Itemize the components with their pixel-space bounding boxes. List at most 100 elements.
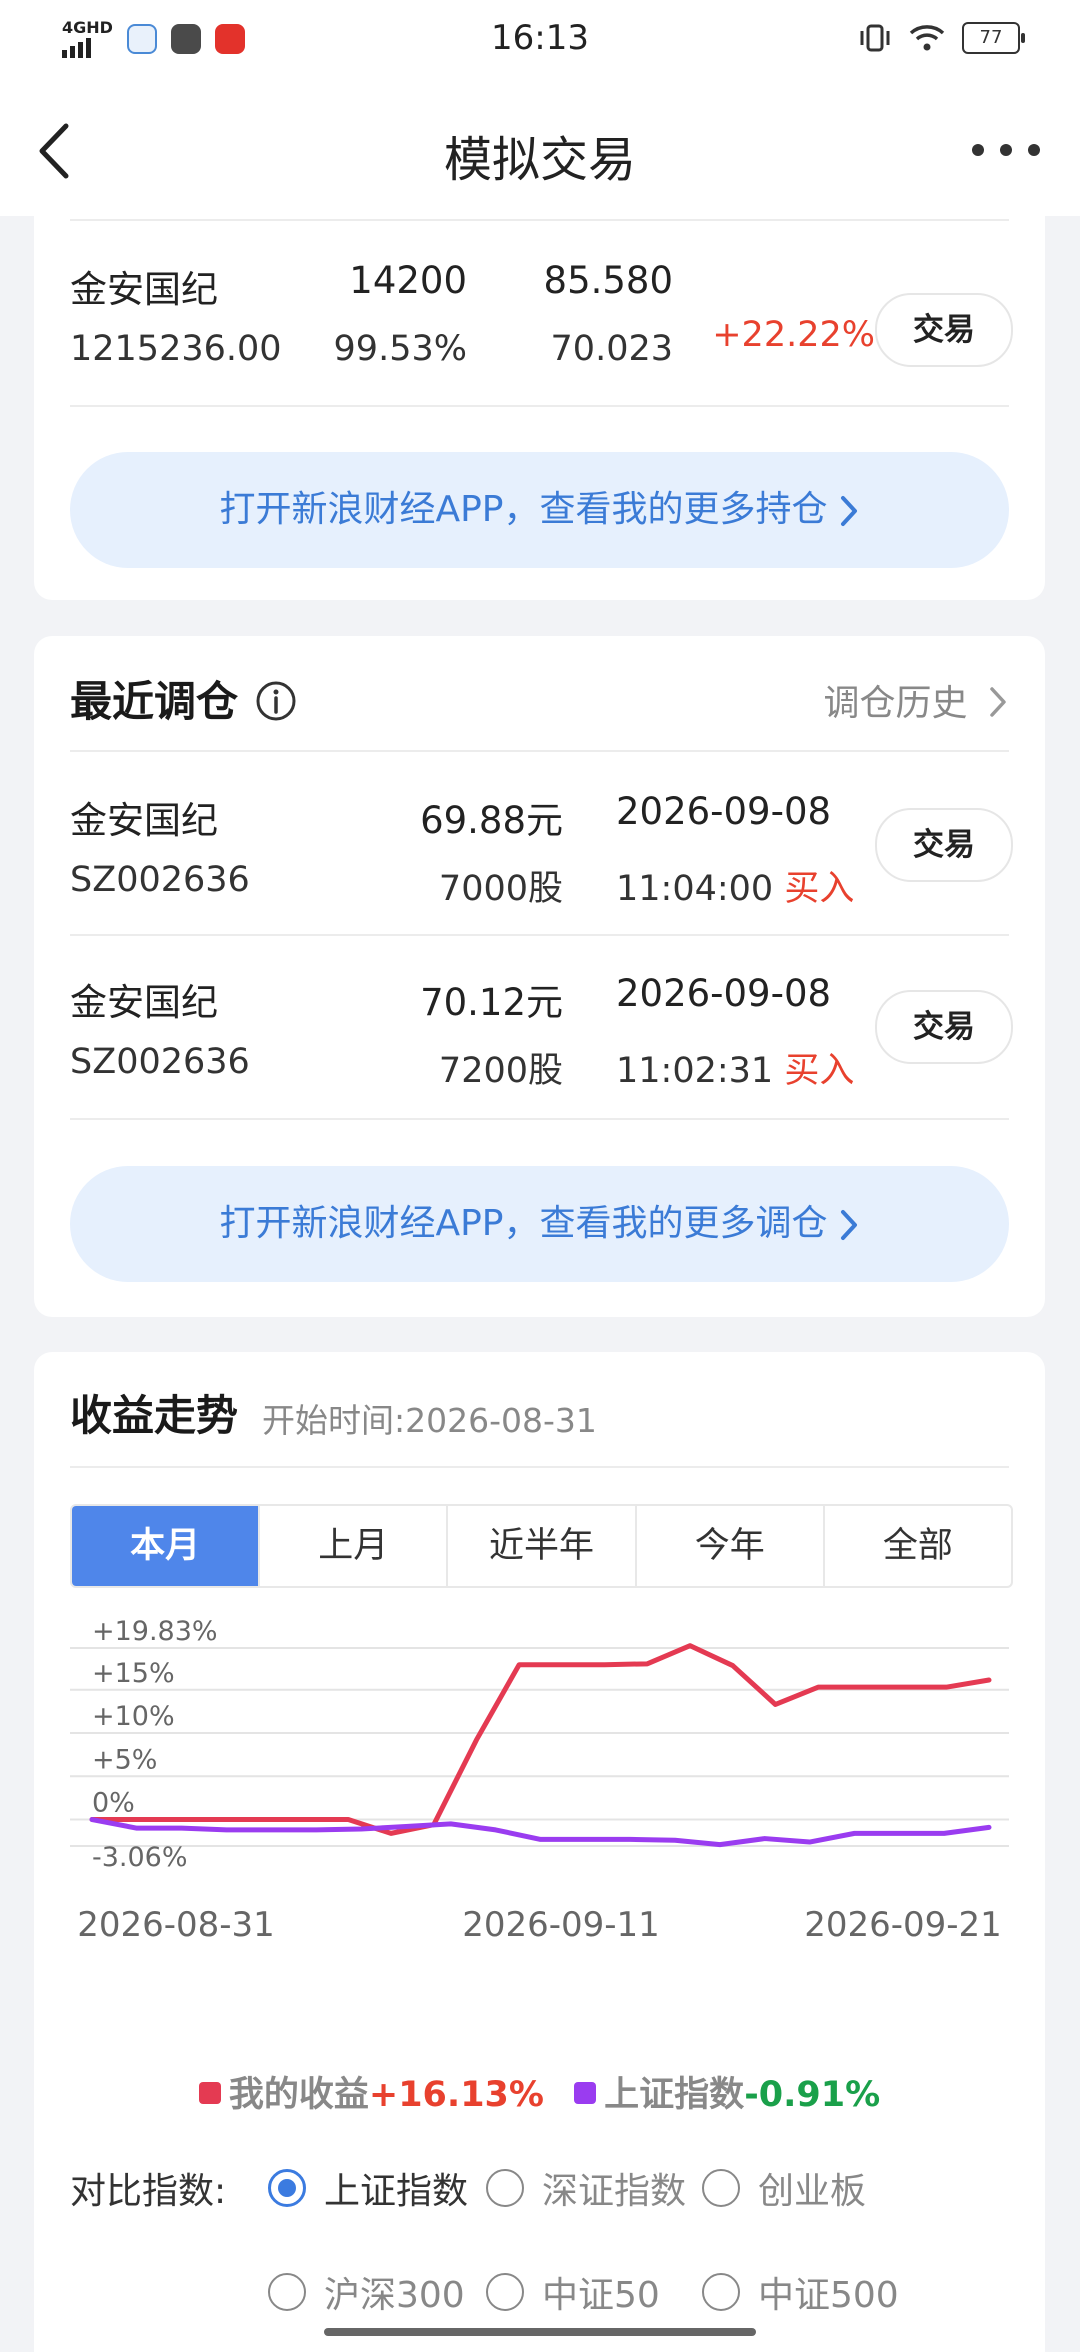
- tab-last-month[interactable]: 上月: [260, 1506, 448, 1586]
- option-label: 沪深300: [324, 2266, 465, 2318]
- info-icon[interactable]: [255, 680, 297, 722]
- holdings-card: 金安国纪 14200 85.580 1215236.00 99.53% 70.0…: [34, 205, 1045, 600]
- radio-icon: [702, 2273, 740, 2311]
- series-line-portfolio: [92, 1646, 989, 1834]
- vibrate-icon: [858, 23, 892, 53]
- page-title: 模拟交易: [0, 120, 1080, 190]
- section-title-text: 最近调仓: [70, 677, 238, 726]
- trade-stock-name: 金安国纪: [70, 972, 218, 1026]
- option-label: 深证指数: [542, 2162, 686, 2214]
- holding-quantity: 14200: [349, 259, 467, 302]
- recent-trades-card: 最近调仓 调仓历史 金安国纪 69.88元 2026-09-08 SZ00263…: [34, 636, 1045, 1317]
- y-tick-label: +19.83%: [92, 1616, 218, 1647]
- holding-cost: 70.023: [551, 329, 673, 369]
- home-indicator[interactable]: [324, 2328, 756, 2336]
- holding-value: 1215236.00: [70, 329, 282, 369]
- more-positions-button[interactable]: 打开新浪财经APP，查看我的更多持仓: [70, 452, 1009, 568]
- trade-row: 金安国纪 70.12元 2026-09-08 SZ002636 7200股 11…: [70, 934, 1009, 1120]
- y-tick-label: +15%: [92, 1658, 175, 1689]
- more-button[interactable]: [968, 130, 1044, 170]
- more-dots-icon: [968, 130, 1044, 170]
- trade-shares: 7200股: [439, 1042, 563, 1093]
- x-tick-label: 2026-09-21: [804, 1905, 1002, 1945]
- chevron-right-icon: [838, 494, 860, 528]
- option-label: 上证指数: [324, 2162, 468, 2214]
- trade-history-label: 调仓历史: [824, 683, 968, 724]
- status-bar: 4GHD 16:13 77: [0, 0, 1080, 80]
- earnings-card: 收益走势 开始时间:2026-08-31 本月 上月 近半年 今年 全部 +19…: [34, 1352, 1045, 2352]
- wifi-icon: [908, 23, 946, 53]
- holding-gain: +22.22%: [712, 315, 875, 355]
- legend-index-label: 上证指数: [604, 2075, 744, 2115]
- earnings-title: 收益走势: [70, 1382, 238, 1443]
- battery-indicator: 77: [962, 22, 1020, 54]
- tab-this-month[interactable]: 本月: [72, 1506, 260, 1586]
- earnings-chart: +19.83% +15% +10% +5% 0% -3.06% 2026-08-31 2026…: [34, 1614, 1045, 1954]
- trade-action: 买入: [784, 1051, 854, 1091]
- header-divider: [70, 1466, 1009, 1468]
- period-tabs: 本月 上月 近半年 今年 全部: [70, 1504, 1013, 1588]
- trade-button[interactable]: 交易: [875, 990, 1013, 1064]
- holding-price: 85.580: [544, 259, 673, 302]
- chevron-right-icon: [987, 685, 1009, 719]
- option-label: 中证50: [542, 2266, 660, 2318]
- section-title: 最近调仓: [70, 668, 297, 729]
- holding-ratio: 99.53%: [334, 329, 467, 369]
- trade-history-link[interactable]: 调仓历史: [824, 674, 1009, 726]
- trade-time-value: 11:04:00: [616, 869, 773, 909]
- trade-time: 11:02:31 买入: [616, 1042, 854, 1093]
- x-tick-label: 2026-09-11: [462, 1905, 660, 1945]
- x-tick-label: 2026-08-31: [77, 1905, 275, 1945]
- chart-legend: 我的收益+16.13% 上证指数-0.91%: [34, 2066, 1045, 2117]
- radio-icon: [486, 2273, 524, 2311]
- holding-row: 金安国纪 14200 85.580 1215236.00 99.53% 70.0…: [70, 221, 1009, 407]
- series-line-index: [92, 1820, 989, 1845]
- y-tick-label: 0%: [92, 1788, 135, 1819]
- compare-option-sz[interactable]: 深证指数: [486, 2162, 686, 2214]
- radio-icon: [702, 2169, 740, 2207]
- compare-label: 对比指数:: [70, 2162, 226, 2214]
- compare-option-sh[interactable]: 上证指数: [268, 2162, 468, 2214]
- y-tick-label: -3.06%: [92, 1842, 188, 1873]
- trade-time: 11:04:00 买入: [616, 860, 854, 911]
- legend-swatch-index: [574, 2082, 596, 2104]
- radio-icon: [268, 2273, 306, 2311]
- legend-index-value: -0.91%: [744, 2075, 880, 2115]
- trade-shares: 7000股: [439, 860, 563, 911]
- y-tick-label: +10%: [92, 1701, 175, 1732]
- trade-button[interactable]: 交易: [875, 293, 1013, 367]
- trade-button[interactable]: 交易: [875, 808, 1013, 882]
- trade-time-value: 11:02:31: [616, 1051, 773, 1091]
- earnings-start-date: 开始时间:2026-08-31: [262, 1394, 597, 1442]
- compare-option-hs300[interactable]: 沪深300: [268, 2266, 465, 2318]
- trade-stock-code: SZ002636: [70, 1042, 250, 1082]
- compare-option-zz50[interactable]: 中证50: [486, 2266, 660, 2318]
- more-trades-button[interactable]: 打开新浪财经APP，查看我的更多调仓: [70, 1166, 1009, 1282]
- option-label: 中证500: [758, 2266, 899, 2318]
- legend-portfolio-value: +16.13%: [369, 2075, 544, 2115]
- trade-stock-code: SZ002636: [70, 860, 250, 900]
- promo-label: 打开新浪财经APP，查看我的更多持仓: [219, 489, 827, 530]
- y-tick-label: +5%: [92, 1744, 157, 1775]
- stock-name: 金安国纪: [70, 259, 218, 313]
- nav-bar: 模拟交易: [0, 80, 1080, 216]
- trade-date: 2026-09-08: [616, 972, 831, 1015]
- trade-action: 买入: [784, 869, 854, 909]
- radio-selected-icon: [268, 2169, 306, 2207]
- chevron-right-icon: [838, 1208, 860, 1242]
- tab-this-year[interactable]: 今年: [637, 1506, 825, 1586]
- tab-half-year[interactable]: 近半年: [448, 1506, 636, 1586]
- trade-stock-name: 金安国纪: [70, 790, 218, 844]
- option-label: 创业板: [758, 2162, 866, 2214]
- compare-option-zz500[interactable]: 中证500: [702, 2266, 899, 2318]
- tab-all[interactable]: 全部: [825, 1506, 1011, 1586]
- compare-option-cyb[interactable]: 创业板: [702, 2162, 866, 2214]
- promo-label: 打开新浪财经APP，查看我的更多调仓: [219, 1203, 827, 1244]
- trade-price: 70.12元: [420, 972, 563, 1026]
- trade-row: 金安国纪 69.88元 2026-09-08 SZ002636 7000股 11…: [70, 752, 1009, 936]
- legend-portfolio-label: 我的收益: [229, 2075, 369, 2115]
- trade-date: 2026-09-08: [616, 790, 831, 833]
- radio-icon: [486, 2169, 524, 2207]
- status-right: 77: [858, 22, 1020, 54]
- legend-swatch-portfolio: [199, 2082, 221, 2104]
